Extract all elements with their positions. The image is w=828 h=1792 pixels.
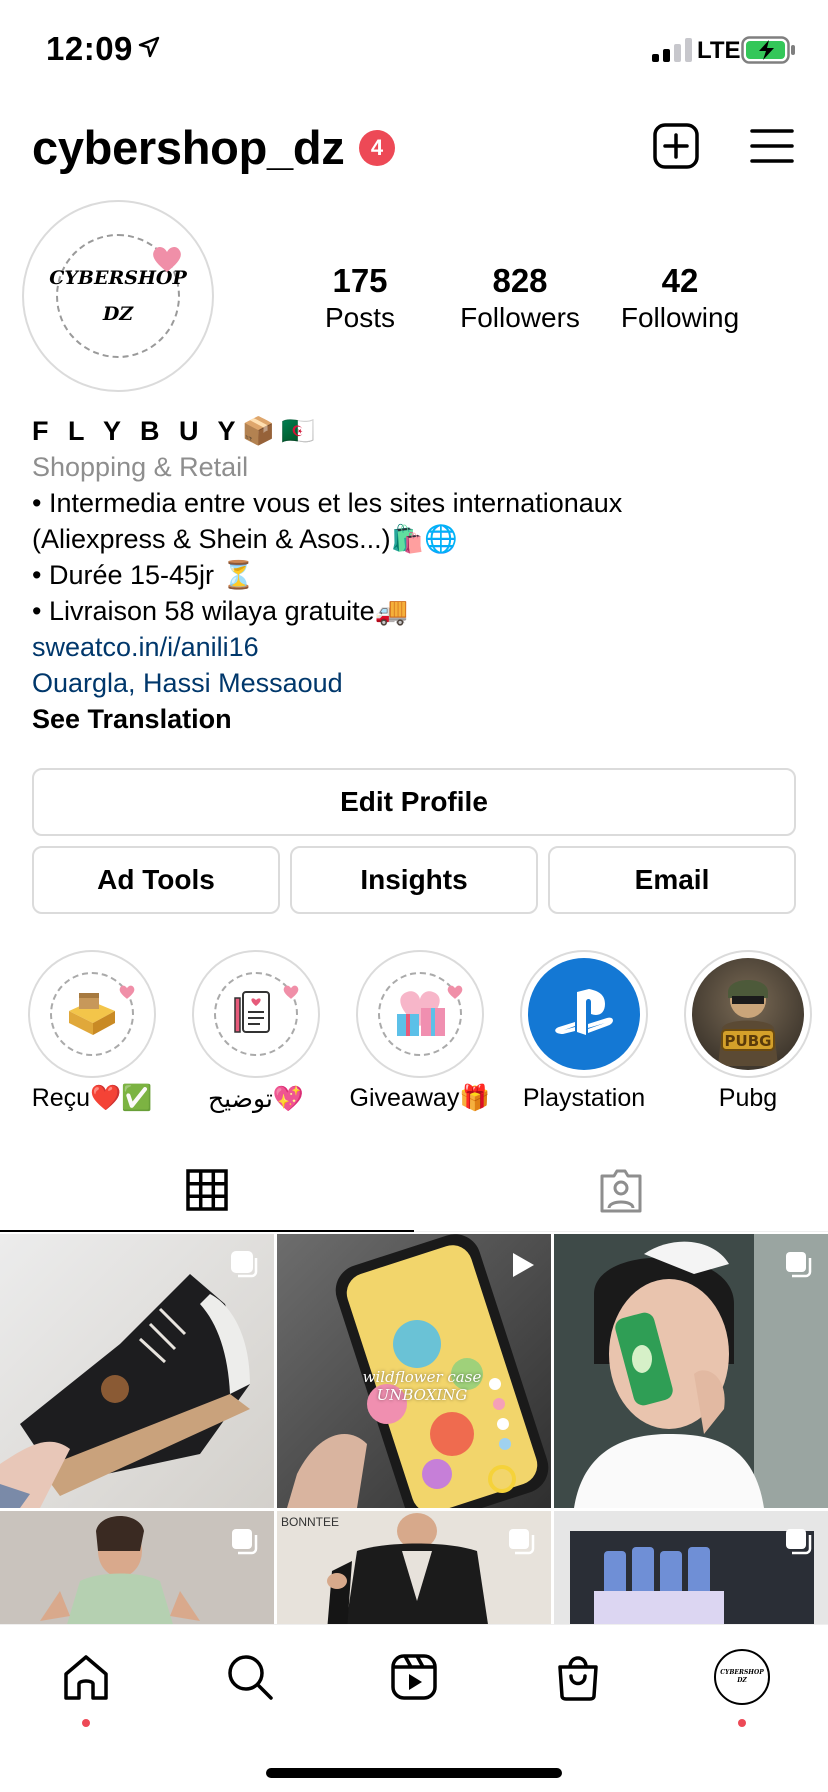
post-caption-overlay: wildflower case UNBOXING xyxy=(362,1368,482,1404)
nav-profile[interactable]: CYBERSHOP DZ xyxy=(714,1649,770,1705)
bottom-nav: CYBERSHOP DZ xyxy=(0,1624,828,1792)
profile-category: Shopping & Retail xyxy=(32,452,249,482)
stat-posts[interactable]: 175 Posts xyxy=(280,262,440,334)
reels-icon xyxy=(391,1654,437,1700)
bio-line: • Livraison 58 wilaya gratuite🚚 xyxy=(32,596,409,626)
profile-tabs xyxy=(0,1150,828,1232)
svg-text:PUBG: PUBG xyxy=(725,1032,772,1050)
reel-play-icon xyxy=(513,1253,534,1277)
playstation-icon xyxy=(555,989,613,1035)
bio-line: • Durée 15-45jr ⏳ xyxy=(32,560,256,590)
avatar-text-line2: DZ xyxy=(102,303,134,325)
carousel-icon xyxy=(786,1529,812,1555)
ad-tools-button[interactable]: Ad Tools xyxy=(32,846,280,914)
status-bar: 12:09 LTE xyxy=(0,0,828,100)
stat-value: 828 xyxy=(492,262,548,299)
stat-label: Posts xyxy=(324,302,396,333)
location-arrow-icon xyxy=(138,36,160,58)
post-tile[interactable] xyxy=(554,1511,828,1624)
email-button[interactable]: Email xyxy=(548,846,796,914)
profile-notification-dot xyxy=(738,1719,746,1727)
highlight-giveaway[interactable]: Giveaway🎁 xyxy=(350,950,490,1112)
highlight-pubg[interactable]: PUBG Pubg xyxy=(684,950,812,1112)
nav-shop[interactable] xyxy=(550,1649,606,1705)
home-notification-dot xyxy=(82,1719,90,1727)
pubg-icon: PUBG xyxy=(718,980,778,1066)
stat-followers[interactable]: 828 Followers xyxy=(440,262,600,334)
heart-icon xyxy=(119,985,135,999)
posts-grid: wildflower case UNBOXING BONNTEE xyxy=(0,1234,828,1624)
highlight-label: Pubg xyxy=(718,1084,778,1112)
post-tile[interactable]: BONNTEE xyxy=(277,1511,551,1624)
post-caption-overlay: BONNTEE xyxy=(281,1515,340,1529)
profile-bio: F L Y B U Y📦🇩🇿 Shopping & Retail • Inter… xyxy=(32,413,812,737)
tab-tagged[interactable] xyxy=(414,1150,828,1232)
bio-location[interactable]: Ouargla, Hassi Messaoud xyxy=(32,665,812,701)
profile-avatar[interactable]: CYBERSHOP DZ xyxy=(22,200,214,392)
stat-value: 42 xyxy=(661,262,699,299)
create-post-icon[interactable] xyxy=(652,122,700,170)
network-type: LTE xyxy=(697,37,741,64)
highlight-tawdih[interactable]: توضيح💖 xyxy=(192,950,320,1113)
cellular-signal-icon xyxy=(652,38,692,62)
bio-line: • Intermedia entre vous et les sites int… xyxy=(32,488,623,518)
home-indicator[interactable] xyxy=(266,1768,562,1778)
nav-reels[interactable] xyxy=(386,1649,442,1705)
menu-icon[interactable] xyxy=(748,122,796,170)
post-tile[interactable] xyxy=(0,1511,274,1624)
carousel-icon xyxy=(232,1529,258,1555)
heart-icon xyxy=(153,246,181,272)
carousel-icon xyxy=(231,1251,258,1278)
stat-value: 175 xyxy=(332,262,388,299)
insights-button[interactable]: Insights xyxy=(290,846,538,914)
carousel-icon xyxy=(786,1252,812,1278)
home-icon xyxy=(64,1655,108,1700)
see-translation-link[interactable]: See Translation xyxy=(32,701,812,737)
stat-label: Followers xyxy=(460,302,580,333)
heart-icon xyxy=(447,985,463,999)
post-tile[interactable] xyxy=(0,1234,274,1508)
battery-charging-icon xyxy=(741,36,795,64)
status-time: 12:09 xyxy=(46,30,133,67)
post-tile[interactable] xyxy=(554,1234,828,1508)
bio-link[interactable]: sweatco.in/i/anili16 xyxy=(32,629,812,665)
stat-following[interactable]: 42 Following xyxy=(600,262,760,334)
profile-username[interactable]: cybershop_dz xyxy=(32,120,345,175)
notification-badge[interactable]: 4 xyxy=(359,130,395,166)
grid-icon xyxy=(186,1169,228,1211)
heart-icon xyxy=(283,985,299,999)
profile-header: cybershop_dz 4 xyxy=(0,110,828,180)
profile-display-name: F L Y B U Y📦🇩🇿 xyxy=(32,416,321,446)
tab-posts-grid[interactable] xyxy=(0,1150,414,1232)
highlight-playstation[interactable]: Playstation xyxy=(520,950,648,1112)
nav-home[interactable] xyxy=(58,1649,114,1705)
profile-avatar-small: CYBERSHOP DZ xyxy=(719,1654,765,1700)
bio-line: (Aliexpress & Shein & Asos...)🛍️🌐 xyxy=(32,524,458,554)
avatar-logo: CYBERSHOP DZ xyxy=(30,208,206,384)
post-tile[interactable]: wildflower case UNBOXING xyxy=(277,1234,551,1508)
highlight-recu[interactable]: Reçu❤️✅ xyxy=(28,950,156,1112)
tagged-person-icon xyxy=(600,1169,642,1212)
carousel-icon xyxy=(509,1529,535,1555)
edit-profile-button[interactable]: Edit Profile xyxy=(32,768,796,836)
nav-search[interactable] xyxy=(222,1649,278,1705)
shopping-bag-icon xyxy=(558,1656,598,1701)
search-icon xyxy=(228,1655,273,1700)
stat-label: Following xyxy=(620,302,740,333)
